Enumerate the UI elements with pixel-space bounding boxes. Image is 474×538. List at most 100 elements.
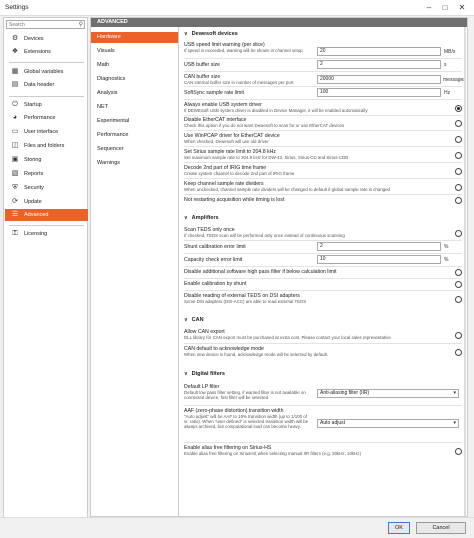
search-input[interactable] xyxy=(7,21,73,28)
setting-description: Some DSI adapters (DSI-ACC) are able to … xyxy=(184,299,307,304)
tab-diagnostics[interactable]: Diagnostics xyxy=(91,74,178,85)
allow-can-checkbox[interactable] xyxy=(455,332,462,339)
default-lp-select[interactable]: Anti-aliasing filter (IIR) ▾ xyxy=(317,389,459,398)
minimize-icon[interactable]: – xyxy=(424,3,434,13)
search-box[interactable]: ⚲ xyxy=(6,20,85,29)
sidebar-item-licensing[interactable]: ⚿ Licensing xyxy=(5,228,88,240)
usb-buffer-input[interactable]: 2 xyxy=(317,60,441,69)
maximize-icon[interactable]: □ xyxy=(440,3,450,13)
divider xyxy=(184,86,462,87)
unit-label: Hz xyxy=(444,90,451,96)
enable-shunt-checkbox[interactable] xyxy=(455,281,462,288)
tab-analysis[interactable]: Analysis xyxy=(91,88,178,99)
tab-sequencer[interactable]: Sequencer xyxy=(91,144,178,155)
divider xyxy=(184,194,462,195)
divider xyxy=(184,99,462,100)
can-buffer-input[interactable]: 20000 xyxy=(317,75,441,84)
section-amplifiers[interactable]: ∨ Amplifiers xyxy=(184,214,219,222)
not-restarting-checkbox[interactable] xyxy=(455,197,462,204)
monitor-icon: ▭ xyxy=(11,128,19,135)
sidebar-item-reports[interactable]: ▧ Reports xyxy=(5,168,88,180)
divider xyxy=(184,405,462,406)
settings-content: ∨ Dewesoft devices USB speed limit warnin… xyxy=(180,27,466,516)
softsync-input[interactable]: 100 xyxy=(317,88,441,97)
always-usb-checkbox[interactable] xyxy=(455,105,462,112)
aaf-select[interactable]: Auto adjust ▾ xyxy=(317,419,459,428)
tab-net[interactable]: NET xyxy=(91,102,178,113)
sidebar-item-security[interactable]: ⛨ Security xyxy=(5,182,88,194)
page-title: ADVANCED xyxy=(91,18,467,27)
unit-label: MB/s xyxy=(444,49,456,55)
disable-hp-checkbox[interactable] xyxy=(455,269,462,276)
tab-hardware[interactable]: Hardware xyxy=(91,32,178,43)
setting-description: If checked, TEDS scan will be performed … xyxy=(184,233,345,238)
sidebar-item-advanced[interactable]: ☰ Advanced xyxy=(5,209,88,221)
allow-can-row: Allow CAN export DLL library for CAN exp… xyxy=(184,329,462,340)
divider xyxy=(184,115,462,116)
sidebar-item-label: Data header xyxy=(24,82,55,88)
ok-button[interactable]: OK xyxy=(388,522,410,534)
winpcap-checkbox[interactable] xyxy=(455,136,462,143)
puzzle-icon: ❖ xyxy=(11,48,19,55)
tab-visuals[interactable]: Visuals xyxy=(91,46,178,57)
sidebar-item-data-header[interactable]: ▤ Data header xyxy=(5,79,88,91)
tab-warnings[interactable]: Warnings xyxy=(91,158,178,169)
chevron-down-icon: ∨ xyxy=(184,317,188,323)
setting-description: "Auto adjust" will be AAF to 16% transit… xyxy=(184,414,309,429)
sidebar-item-label: Performance xyxy=(24,115,56,121)
dialog-footer: OK Cancel xyxy=(0,517,474,538)
scan-teds-checkbox[interactable] xyxy=(455,230,462,237)
tab-math[interactable]: Math xyxy=(91,60,178,71)
section-digital-filters[interactable]: ∨ Digital filters xyxy=(184,370,225,378)
setting-description: When unchecked, channel sample rate divi… xyxy=(184,187,390,192)
section-dewesoft-devices[interactable]: ∨ Dewesoft devices xyxy=(184,30,238,38)
sidebar-item-extensions[interactable]: ❖ Extensions xyxy=(5,46,88,58)
tab-performance[interactable]: Performance xyxy=(91,130,178,141)
divider xyxy=(184,130,462,131)
irig-row: Decode 2nd part of IRIG time frame Creat… xyxy=(184,165,462,176)
disable-teds-checkbox[interactable] xyxy=(455,296,462,303)
window-title: Settings xyxy=(5,4,29,11)
sidebar-item-label: User interface xyxy=(24,129,59,135)
sidebar-item-update[interactable]: ⟳ Update xyxy=(5,196,88,208)
not-restarting-row: Not restarting acquisition while timing … xyxy=(184,197,462,203)
shield-icon: ⛨ xyxy=(12,184,18,191)
report-icon: ▧ xyxy=(11,170,19,177)
sidebar-item-startup[interactable]: ⏻ Startup xyxy=(5,99,88,111)
sidebar-item-label: Files and folders xyxy=(24,143,65,149)
keep-dividers-checkbox[interactable] xyxy=(455,184,462,191)
setting-title: Disable additional software high pass fi… xyxy=(184,269,337,275)
divider xyxy=(184,253,462,254)
sirius-rate-checkbox[interactable] xyxy=(455,152,462,159)
sidebar: ⚲ ⚙ Devices ❖ Extensions ▦ Global variables… xyxy=(3,17,88,533)
sidebar-item-user-interface[interactable]: ▭ User interface xyxy=(5,126,88,138)
usb-speed-warning-input[interactable]: 20 xyxy=(317,47,441,56)
sidebar-item-global-variables[interactable]: ▦ Global variables xyxy=(5,66,88,78)
key-icon: ⚿ xyxy=(12,230,18,237)
divider xyxy=(184,278,462,279)
scan-teds-row: Scan TEDS only once If checked, TEDS sca… xyxy=(184,227,462,238)
divider xyxy=(184,146,462,147)
cancel-button[interactable]: Cancel xyxy=(416,522,466,534)
shunt-input[interactable]: 2 xyxy=(317,242,441,251)
can-ack-checkbox[interactable] xyxy=(455,349,462,356)
capacity-input[interactable]: 10 xyxy=(317,255,441,264)
alias-free-checkbox[interactable] xyxy=(455,448,462,455)
setting-description: Default low pass filter setting, if want… xyxy=(184,390,306,400)
irig-checkbox[interactable] xyxy=(455,168,462,175)
section-can[interactable]: ∨ CAN xyxy=(184,316,204,324)
chevron-down-icon: ▾ xyxy=(453,420,456,426)
setting-description: DLL library for CAN export must be purch… xyxy=(184,335,391,340)
sidebar-item-storing[interactable]: ▣ Storing xyxy=(5,154,88,166)
tab-experimental[interactable]: Experimental xyxy=(91,116,178,127)
sidebar-item-devices[interactable]: ⚙ Devices xyxy=(5,33,88,45)
scrollbar[interactable] xyxy=(464,27,466,516)
sidebar-item-performance[interactable]: ◕ Performance xyxy=(5,112,88,124)
advanced-icon: ☰ xyxy=(11,211,19,218)
sidebar-item-label: Startup xyxy=(24,102,42,108)
disable-ethercat-checkbox[interactable] xyxy=(455,120,462,127)
close-icon[interactable]: ✕ xyxy=(457,3,467,13)
chevron-down-icon: ∨ xyxy=(184,215,188,221)
setting-description: If DEWESoft USB system driver is disable… xyxy=(184,108,368,113)
sidebar-item-files-and-folders[interactable]: ◫ Files and folders xyxy=(5,140,88,152)
